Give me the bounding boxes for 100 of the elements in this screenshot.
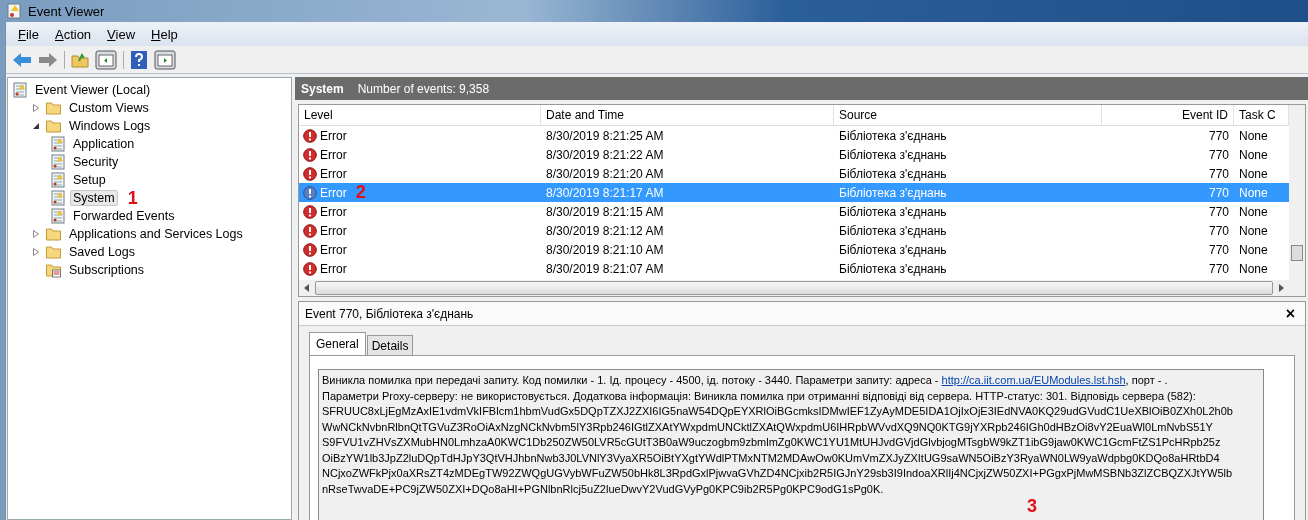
table-cell-text: 770 bbox=[1207, 242, 1230, 257]
error-icon bbox=[303, 185, 317, 200]
error-icon bbox=[303, 242, 317, 257]
table-cell: Error bbox=[320, 261, 347, 276]
collapsed-arrow-icon[interactable] bbox=[31, 230, 41, 238]
annotation-number: 3 bbox=[1027, 496, 1037, 516]
column-header[interactable]: Event ID bbox=[1102, 105, 1234, 125]
panel-icon[interactable] bbox=[95, 49, 117, 70]
folder-icon bbox=[45, 226, 62, 242]
table-cell-text: 8/30/2019 8:21:12 AM bbox=[545, 223, 665, 238]
tree-item[interactable]: Subscriptions bbox=[66, 262, 148, 278]
error-icon bbox=[303, 223, 317, 238]
tree-item[interactable]: Forwarded Events bbox=[70, 208, 178, 224]
back-arrow-icon[interactable] bbox=[12, 51, 32, 68]
event-row[interactable]: Error 8/30/2019 8:21:12 AM Бібліотека з'єднань 770 None bbox=[299, 221, 1289, 240]
horizontal-scrollbar[interactable] bbox=[299, 280, 1289, 296]
subscription-icon bbox=[45, 262, 62, 278]
table-cell-text: 770 bbox=[1207, 185, 1230, 200]
log-icon bbox=[50, 190, 66, 206]
close-button[interactable]: × bbox=[1281, 304, 1299, 323]
tree-item[interactable]: Custom Views bbox=[66, 100, 152, 116]
table-cell-text: 770 bbox=[1207, 147, 1230, 162]
url-link[interactable]: http://ca.iit.com.ua/EUModules.lst.hsh bbox=[941, 374, 1126, 386]
table-cell: Error bbox=[320, 185, 347, 200]
table-cell: Error bbox=[320, 147, 347, 162]
collapsed-arrow-icon[interactable] bbox=[31, 104, 41, 112]
event-row[interactable]: Error 8/30/2019 8:21:10 AM Бібліотека з'єднань 770 None bbox=[299, 240, 1289, 259]
forward-arrow-icon[interactable] bbox=[38, 51, 58, 68]
table-cell-text: 770 bbox=[1207, 166, 1230, 181]
tree-item[interactable]: Event Viewer (Local) bbox=[32, 82, 154, 98]
table-cell-text: Бібліотека з'єднань bbox=[838, 128, 948, 143]
tree-item[interactable]: Windows Logs bbox=[66, 118, 154, 134]
table-cell-text: 770 bbox=[1207, 128, 1230, 143]
tree-item[interactable]: System bbox=[70, 190, 118, 206]
log-icon bbox=[50, 208, 66, 224]
table-cell-text: 8/30/2019 8:21:25 AM bbox=[545, 128, 665, 143]
column-header[interactable]: Level bbox=[299, 105, 541, 125]
table-cell: Error bbox=[320, 223, 347, 238]
panel-icon[interactable] bbox=[154, 49, 176, 70]
table-cell-text: 770 bbox=[1207, 204, 1230, 219]
table-cell-text: 8/30/2019 8:21:15 AM bbox=[545, 204, 665, 219]
column-header[interactable]: Date and Time bbox=[541, 105, 834, 125]
column-header[interactable]: Source bbox=[834, 105, 1102, 125]
table-cell-text: Бібліотека з'єднань bbox=[838, 242, 948, 257]
menu-item[interactable]: Action bbox=[46, 26, 100, 42]
tree-item[interactable]: Setup bbox=[70, 172, 109, 188]
vertical-scrollbar[interactable] bbox=[1289, 105, 1305, 296]
table-cell-text: 8/30/2019 8:21:07 AM bbox=[545, 261, 665, 276]
table-cell: Error bbox=[320, 204, 347, 219]
annotation-number: 2 bbox=[355, 182, 366, 203]
table-cell-text: None bbox=[1238, 166, 1269, 181]
table-cell-text: None bbox=[1238, 242, 1269, 257]
table-cell-text: Бібліотека з'єднань bbox=[838, 185, 948, 200]
error-icon bbox=[303, 166, 317, 181]
error-icon bbox=[303, 147, 317, 162]
table-cell-text: None bbox=[1238, 204, 1269, 219]
event-row[interactable]: Error 8/30/2019 8:21:15 AM Бібліотека з'єднань 770 None bbox=[299, 202, 1289, 221]
event-row[interactable]: Error 8/30/2019 8:21:25 AM Бібліотека з'єднань 770 None bbox=[299, 126, 1289, 145]
folder-icon bbox=[45, 244, 62, 260]
table-cell-text: Бібліотека з'єднань bbox=[838, 223, 948, 238]
table-cell-text: Бібліотека з'єднань bbox=[838, 166, 948, 181]
table-cell-text: Бібліотека з'єднань bbox=[838, 261, 948, 276]
tree-item[interactable]: Application bbox=[70, 136, 138, 152]
table-cell: Error bbox=[320, 128, 347, 143]
table-cell: Error bbox=[320, 166, 347, 181]
event-count: Number of events: 9,358 bbox=[357, 81, 490, 96]
event-row[interactable]: Error 8/30/2019 8:21:20 AM Бібліотека з'єднань 770 None bbox=[299, 164, 1289, 183]
expanded-arrow-icon[interactable] bbox=[31, 122, 41, 130]
table-cell-text: None bbox=[1238, 147, 1269, 162]
tree-item[interactable]: Saved Logs bbox=[66, 244, 139, 260]
table-cell: Error bbox=[320, 242, 347, 257]
log-icon bbox=[50, 154, 66, 170]
menu-item[interactable]: File bbox=[10, 26, 47, 42]
event-row[interactable]: Error 8/30/2019 8:21:22 AM Бібліотека з'єднань 770 None bbox=[299, 145, 1289, 164]
tab[interactable]: General bbox=[309, 332, 366, 355]
scroll-left-arrow-icon[interactable] bbox=[304, 284, 310, 292]
menu-item[interactable]: Help bbox=[143, 26, 186, 42]
table-cell-text: 770 bbox=[1207, 223, 1230, 238]
folder-icon[interactable] bbox=[71, 51, 89, 68]
folder-icon bbox=[45, 118, 62, 134]
table-cell-text: Бібліотека з'єднань bbox=[838, 204, 948, 219]
tree-item[interactable]: Security bbox=[70, 154, 122, 170]
tab[interactable]: Details bbox=[366, 335, 414, 355]
table-cell-text: None bbox=[1238, 223, 1269, 238]
scroll-right-arrow-icon[interactable] bbox=[1278, 284, 1284, 292]
event-detail-title: Event 770, Бібліотека з'єднань bbox=[305, 306, 474, 321]
log-icon bbox=[50, 172, 66, 188]
log-book-icon bbox=[12, 82, 28, 98]
window-title: Event Viewer bbox=[28, 3, 105, 19]
collapsed-arrow-icon[interactable] bbox=[31, 248, 41, 256]
table-cell-text: 8/30/2019 8:21:20 AM bbox=[545, 166, 665, 181]
error-icon bbox=[303, 204, 317, 219]
table-cell-text: 8/30/2019 8:21:22 AM bbox=[545, 147, 665, 162]
log-icon bbox=[50, 136, 66, 152]
menu-item[interactable]: View bbox=[99, 26, 144, 42]
help-icon[interactable] bbox=[130, 49, 148, 70]
tree-item[interactable]: Applications and Services Logs bbox=[66, 226, 246, 242]
event-row[interactable]: Error 8/30/2019 8:21:07 AM Бібліотека з'єднань 770 None bbox=[299, 259, 1289, 278]
error-icon bbox=[303, 128, 317, 143]
folder-icon bbox=[45, 100, 62, 116]
